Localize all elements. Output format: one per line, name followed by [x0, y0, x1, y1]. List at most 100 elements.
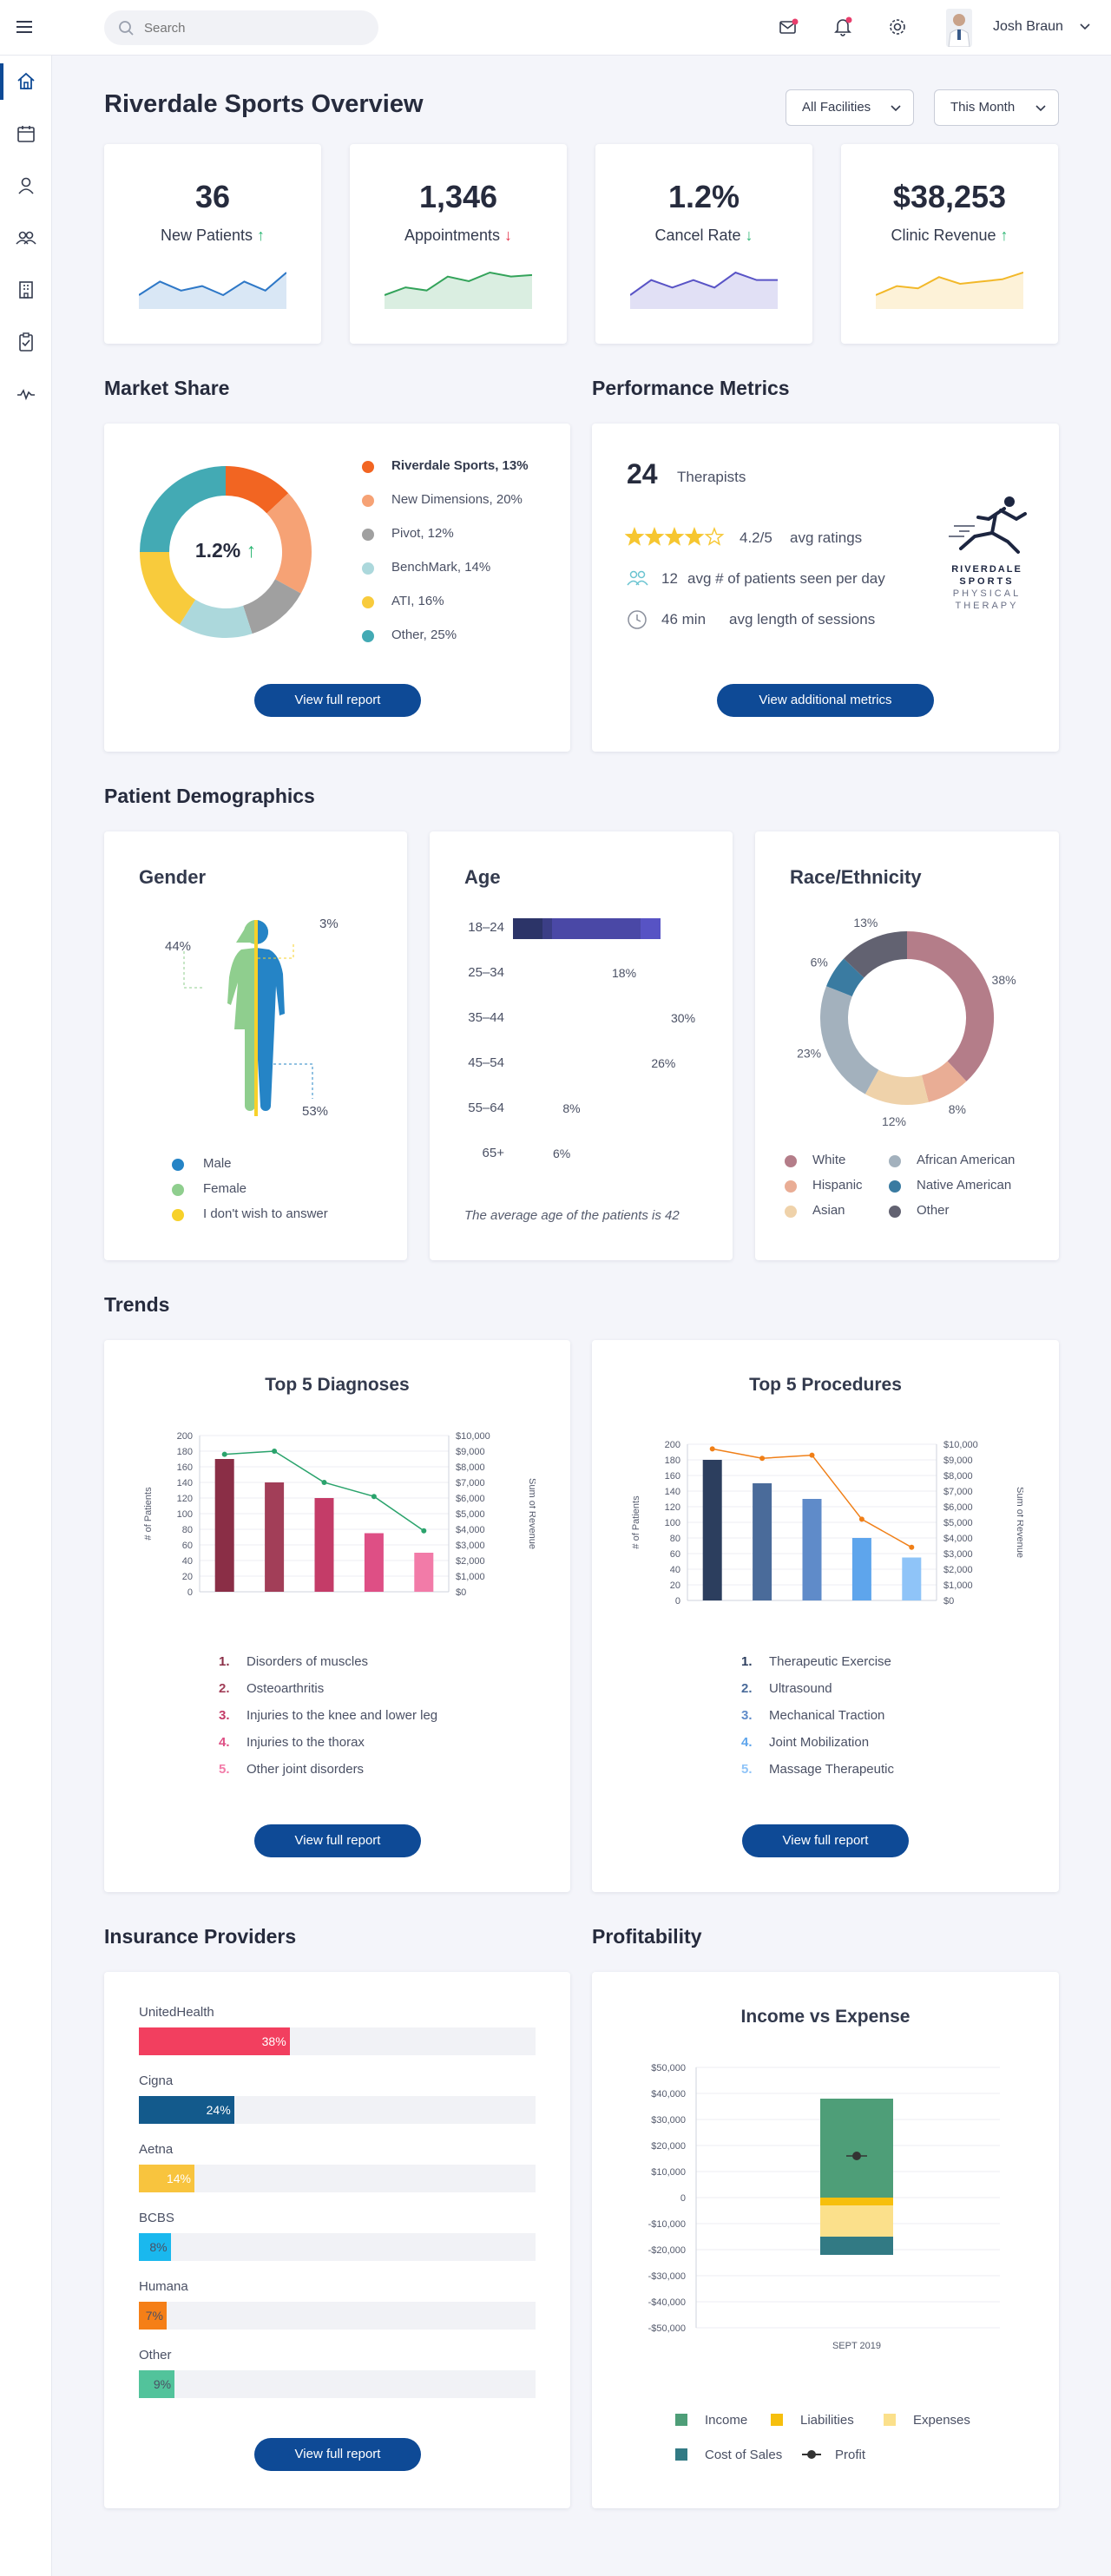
rating-stars	[625, 527, 725, 546]
y-tick-label: 80	[670, 1534, 680, 1544]
top-procedures-card: Top 5 Procedures 0 20 40 60 80 100 120 140 160 18…	[592, 1340, 1059, 1892]
insurance-bar-chart: UnitedHealth 38% Cigna 24% Aetna 14% BCBS 8% Hum…	[104, 2005, 570, 2439]
legend-label: I don't wish to answer	[203, 1206, 328, 1221]
legend-dot	[362, 596, 374, 608]
insurance-bar-track: 14%	[139, 2165, 536, 2192]
y-tick-label: 140	[177, 1478, 193, 1488]
home-icon[interactable]	[16, 71, 36, 92]
y-tick-label: 180	[177, 1447, 193, 1457]
logo-line-2: SPORTS	[959, 576, 1015, 587]
kpi-label: New Patients ↑	[160, 227, 266, 244]
legend-label: African American	[917, 1153, 1016, 1167]
race-donut-slice	[820, 986, 879, 1094]
bar	[851, 1538, 871, 1600]
age-pct-label: 18%	[612, 966, 637, 980]
kpi-card-appointments: 1,346 Appointments ↓	[350, 144, 567, 344]
kpi-label: Clinic Revenue ↑	[891, 227, 1009, 244]
avatar[interactable]	[946, 9, 972, 47]
profitability-title: Profitability	[592, 1925, 702, 1948]
legend-dot	[889, 1155, 901, 1167]
y2-tick-label: $6,000	[456, 1494, 485, 1504]
y-tick-label: $40,000	[651, 2089, 686, 2100]
y2-tick-label: $0	[456, 1587, 466, 1598]
y2-tick-label: $4,000	[943, 1534, 973, 1544]
session-value: 46 min	[661, 611, 707, 628]
revenue-point	[272, 1449, 278, 1454]
view-additional-metrics-button[interactable]: View additional metrics	[717, 684, 934, 717]
view-full-report-button[interactable]: View full report	[254, 684, 421, 717]
race-pct-label: 38%	[992, 973, 1016, 987]
bar	[702, 1460, 722, 1600]
view-full-report-button[interactable]: View full report	[254, 1824, 421, 1857]
gear-icon[interactable]	[887, 16, 908, 37]
bar	[902, 1557, 922, 1600]
kpi-card-new-patients: 36 New Patients ↑	[104, 144, 321, 344]
building-icon[interactable]	[16, 279, 36, 300]
logo-line-4: THERAPY	[955, 601, 1019, 611]
race-donut-slice	[864, 1069, 929, 1105]
y2-tick-label: $1,000	[456, 1572, 485, 1582]
insurance-providers-card: UnitedHealth 38% Cigna 24% Aetna 14% BCBS 8% Hum…	[104, 1972, 570, 2508]
users-icon[interactable]	[16, 227, 36, 248]
kpi-label: Appointments ↓	[404, 227, 513, 244]
mail-icon[interactable]	[779, 17, 799, 36]
trends-title: Trends	[104, 1293, 170, 1316]
user-name[interactable]: Josh Braun	[993, 19, 1063, 35]
insurance-pct-label: 38%	[261, 2034, 286, 2048]
view-full-report-button[interactable]: View full report	[742, 1824, 909, 1857]
profitability-card: Income vs Expense -$50,000 -$40,000 -$30,0…	[592, 1972, 1059, 2508]
bar	[414, 1553, 434, 1592]
chevron-down-icon[interactable]	[1080, 23, 1090, 31]
legend-label: Liabilities	[800, 2413, 854, 2428]
market-share-card: 1.2% ↑ Riverdale Sports, 13% New Dimensio…	[104, 424, 570, 752]
y2-tick-label: $5,000	[943, 1518, 973, 1528]
search-input[interactable]	[144, 17, 361, 38]
legend-marker	[807, 2450, 816, 2459]
search-box[interactable]	[104, 10, 378, 45]
insurance-pct-label: 24%	[206, 2103, 231, 2117]
kpi-value: 1,346	[418, 179, 498, 214]
patients-value: 12	[661, 570, 678, 587]
list-item-label: Therapeutic Exercise	[769, 1654, 891, 1669]
y2-tick-label: $3,000	[943, 1549, 973, 1560]
legend-label: Expenses	[913, 2413, 970, 2428]
bell-icon[interactable]	[833, 16, 854, 36]
race-pct-label: 13%	[853, 916, 878, 930]
race-donut-chart: 38% 8% 12% 23% 6% 13%	[797, 916, 1016, 1127]
list-number: 3.	[219, 1708, 230, 1723]
y2-tick-label: $6,000	[943, 1502, 973, 1513]
list-number: 2.	[219, 1681, 230, 1696]
sparkline-chart	[876, 272, 1023, 309]
revenue-point	[421, 1528, 427, 1534]
activity-icon[interactable]	[16, 384, 36, 404]
revenue-point	[321, 1480, 327, 1485]
race-legend: White Hispanic Asian African American Native…	[785, 1153, 1045, 1239]
y-tick-label: 40	[182, 1556, 193, 1567]
profit-marker	[852, 2152, 861, 2160]
view-full-report-button[interactable]: View full report	[254, 2438, 421, 2471]
runner-logo-icon	[949, 496, 1027, 554]
revenue-point	[809, 1452, 815, 1458]
y2-tick-label: $7,000	[456, 1478, 485, 1488]
legend-label: Male	[203, 1156, 232, 1171]
clipboard-icon[interactable]	[16, 332, 36, 352]
age-title: Age	[464, 866, 501, 888]
calendar-icon[interactable]	[16, 123, 36, 144]
bar	[314, 1498, 334, 1592]
period-filter-dropdown[interactable]: This Month	[934, 89, 1059, 126]
revenue-point	[221, 1451, 227, 1457]
y-tick-label: 100	[665, 1518, 680, 1528]
legend-label: Cost of Sales	[705, 2448, 783, 2462]
donut-center-value: 1.2% ↑	[194, 539, 257, 562]
hamburger-menu-icon[interactable]	[16, 19, 35, 35]
user-icon[interactable]	[16, 175, 36, 196]
page-title: Riverdale Sports Overview	[104, 90, 424, 118]
star-icon	[644, 527, 665, 546]
y2-axis-label: Sum of Revenue	[1015, 1487, 1023, 1558]
race-pct-label: 6%	[811, 956, 828, 969]
facility-filter-dropdown[interactable]: All Facilities	[786, 89, 914, 126]
revenue-point	[909, 1544, 915, 1550]
list-number: 5.	[741, 1762, 753, 1777]
race-donut-slice	[906, 931, 994, 1081]
race-donut-slice	[844, 931, 908, 978]
